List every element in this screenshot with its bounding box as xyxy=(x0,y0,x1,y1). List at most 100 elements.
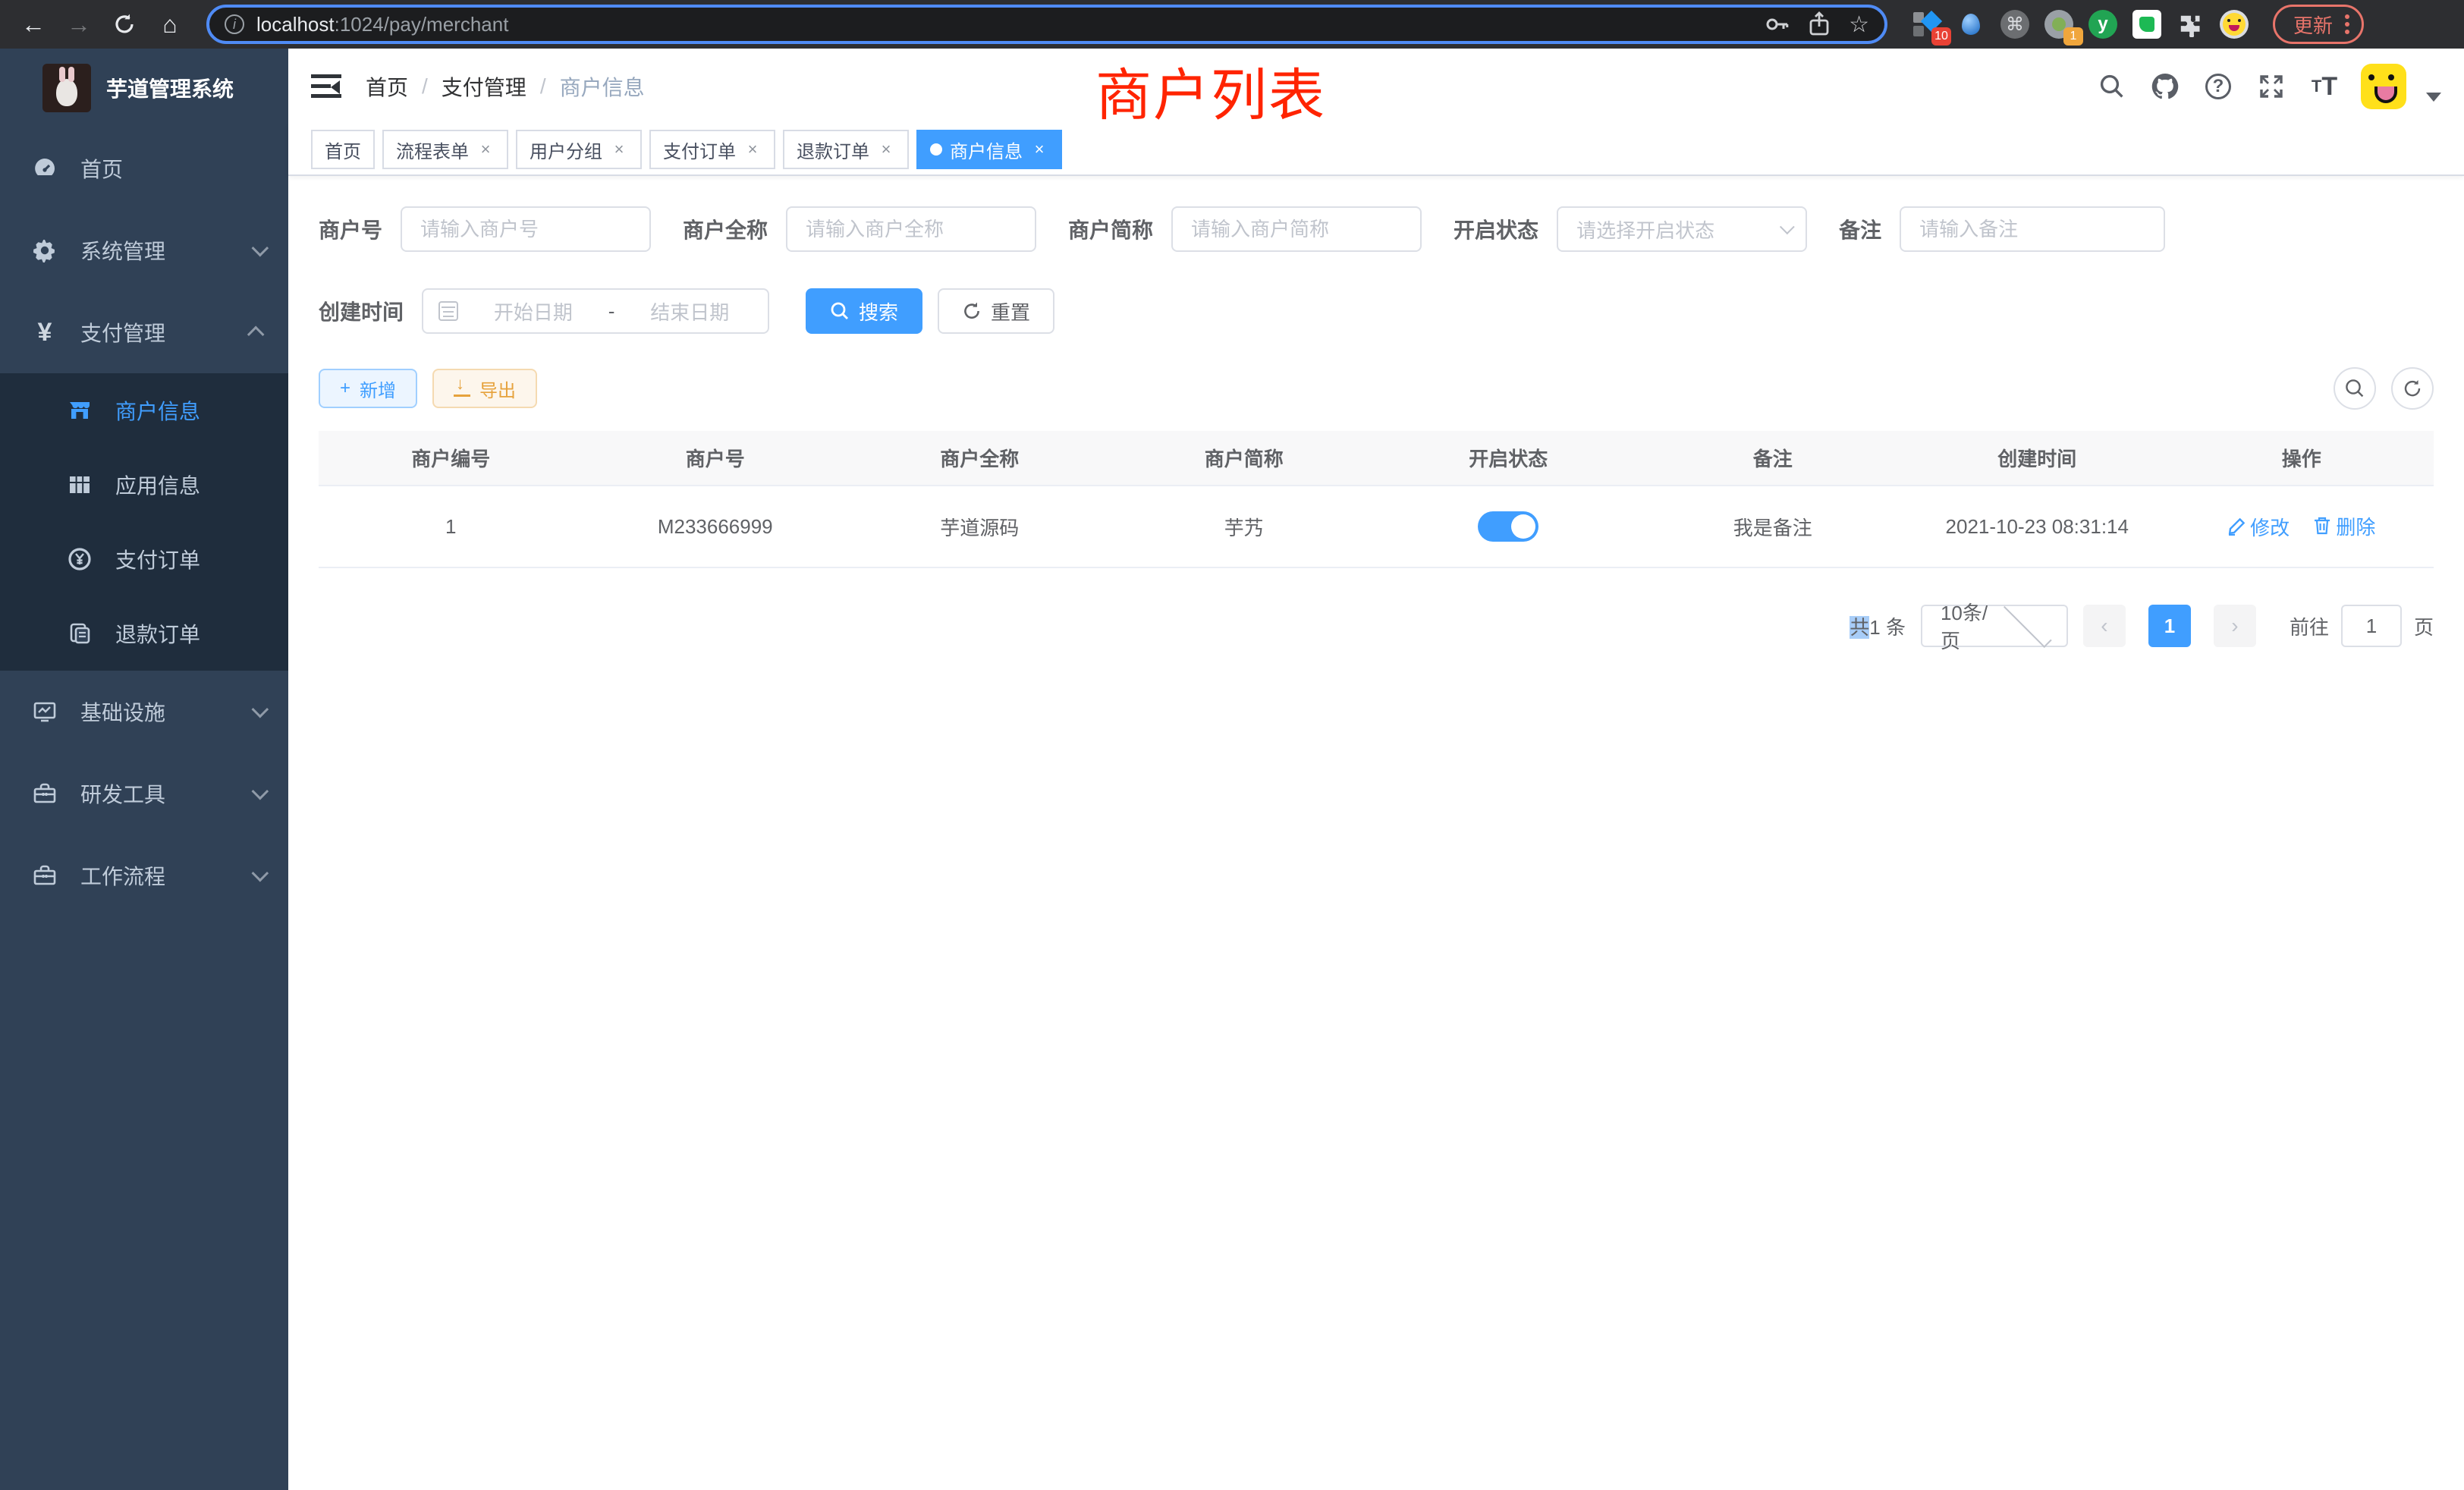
cell-short-name: 芋艿 xyxy=(1112,486,1377,567)
page-number-1[interactable]: 1 xyxy=(2148,605,2191,647)
refresh-table-button[interactable] xyxy=(2391,367,2434,410)
goto-page-input[interactable] xyxy=(2341,605,2402,647)
browser-profile-avatar[interactable] xyxy=(2220,10,2249,39)
sidebar-item-devtools[interactable]: 研发工具 xyxy=(0,753,288,835)
short-name-input[interactable] xyxy=(1171,206,1422,252)
coin-yen-icon xyxy=(67,546,93,572)
sidebar-item-payment[interactable]: ¥ 支付管理 xyxy=(0,291,288,373)
tab-merchant-info[interactable]: 商户信息× xyxy=(916,130,1062,169)
full-name-input[interactable] xyxy=(786,206,1036,252)
remark-input[interactable] xyxy=(1900,206,2165,252)
delete-link[interactable]: 删除 xyxy=(2313,512,2375,540)
browser-reload-button[interactable] xyxy=(106,6,143,42)
add-button[interactable]: + 新增 xyxy=(319,369,417,408)
avatar-dropdown-caret[interactable] xyxy=(2426,93,2441,102)
github-icon[interactable] xyxy=(2148,70,2182,103)
tab-process-form[interactable]: 流程表单 × xyxy=(382,130,508,169)
sidebar-fold-icon[interactable] xyxy=(311,74,341,99)
tab-refund-order[interactable]: 退款订单× xyxy=(783,130,909,169)
yen-icon: ¥ xyxy=(32,319,58,345)
breadcrumb-home[interactable]: 首页 xyxy=(366,71,408,102)
close-icon[interactable]: × xyxy=(476,140,495,159)
sidebar-logo[interactable]: 芋道管理系统 xyxy=(0,49,288,127)
extension-command-icon[interactable]: ⌘ xyxy=(2000,9,2030,39)
toggle-search-button[interactable] xyxy=(2334,367,2376,410)
create-time-range-picker[interactable]: 开始日期 - 结束日期 xyxy=(422,288,769,334)
table-row: 1 M233666999 芋道源码 芋艿 我是备注 2021-10-23 08:… xyxy=(319,486,2434,567)
cell-full-name: 芋道源码 xyxy=(847,486,1112,567)
tab-pay-order[interactable]: 支付订单 × xyxy=(649,130,775,169)
sidebar-item-merchant-info[interactable]: 商户信息 xyxy=(0,373,288,448)
sidebar-item-label: 系统管理 xyxy=(80,235,252,266)
site-info-icon[interactable]: i xyxy=(225,14,244,34)
pagination-total: 共1 条 xyxy=(1850,612,1906,640)
help-icon[interactable]: ? xyxy=(2202,70,2235,103)
tab-label: 支付订单 xyxy=(663,137,736,163)
delete-label: 删除 xyxy=(2336,512,2375,540)
merchant-table: 商户编号 商户号 商户全称 商户简称 开启状态 备注 创建时间 操作 1 xyxy=(319,431,2434,568)
tab-home[interactable]: 首页 xyxy=(311,130,375,169)
extension-balloon-icon[interactable] xyxy=(1956,9,1986,39)
close-icon[interactable]: × xyxy=(743,140,762,159)
table-header-row: 商户编号 商户号 商户全称 商户简称 开启状态 备注 创建时间 操作 xyxy=(319,431,2434,486)
shop-icon xyxy=(67,398,93,423)
end-date-placeholder[interactable]: 结束日期 xyxy=(627,297,753,325)
export-button[interactable]: 导出 xyxy=(432,369,537,408)
extension-notes-icon[interactable] xyxy=(2132,9,2162,39)
chevron-down-icon xyxy=(252,865,269,882)
status-toggle-on[interactable] xyxy=(1478,511,1538,542)
edit-link[interactable]: 修改 xyxy=(2227,513,2290,541)
close-icon[interactable]: × xyxy=(610,140,628,159)
screen: ← → ⌂ i localhost:1024/pay/merchant ☆ 10… xyxy=(0,0,2464,1490)
chevron-down-icon xyxy=(252,240,269,257)
status-select[interactable]: 请选择开启状态 xyxy=(1557,206,1807,252)
sidebar-item-workflow[interactable]: 工作流程 xyxy=(0,835,288,916)
reset-button[interactable]: 重置 xyxy=(938,288,1054,334)
password-key-icon[interactable] xyxy=(1764,11,1790,37)
sidebar-item-pay-order[interactable]: 支付订单 xyxy=(0,522,288,596)
extension-badge: 10 xyxy=(1931,27,1951,46)
browser-back-button[interactable]: ← xyxy=(15,6,52,42)
sidebar-item-infra[interactable]: 基础设施 xyxy=(0,671,288,753)
cell-merchant-id: 1 xyxy=(319,486,583,567)
search-icon xyxy=(830,301,850,321)
header-search-icon[interactable] xyxy=(2095,70,2129,103)
start-date-placeholder[interactable]: 开始日期 xyxy=(470,297,596,325)
next-page-button[interactable]: › xyxy=(2214,605,2256,647)
export-button-label: 导出 xyxy=(479,376,516,402)
sidebar-item-app-info[interactable]: 应用信息 xyxy=(0,448,288,522)
chevron-down-icon xyxy=(1780,219,1795,234)
tab-label: 流程表单 xyxy=(396,137,469,163)
prev-page-button[interactable]: ‹ xyxy=(2083,605,2126,647)
merchant-no-input[interactable] xyxy=(401,206,651,252)
app-title: 芋道管理系统 xyxy=(106,73,234,103)
col-full-name: 商户全称 xyxy=(847,431,1112,486)
logo-image xyxy=(42,64,91,112)
search-button-label: 搜索 xyxy=(859,297,898,325)
sidebar-item-system[interactable]: 系统管理 xyxy=(0,209,288,291)
tab-user-group[interactable]: 用户分组× xyxy=(516,130,642,169)
close-icon[interactable]: × xyxy=(1030,140,1048,159)
user-avatar[interactable] xyxy=(2361,64,2406,109)
extension-proxy-icon[interactable]: 1 xyxy=(2044,9,2074,39)
sidebar: 芋道管理系统 首页 系统管理 ¥ 支付管 xyxy=(0,49,288,1490)
sidebar-item-home[interactable]: 首页 xyxy=(0,127,288,209)
close-icon[interactable]: × xyxy=(877,140,895,159)
fullscreen-icon[interactable] xyxy=(2255,70,2288,103)
breadcrumb-payment[interactable]: 支付管理 xyxy=(442,71,526,102)
browser-menu-icon[interactable] xyxy=(2345,14,2349,34)
extension-axure-icon[interactable]: 10 xyxy=(1912,9,1942,39)
page-size-select[interactable]: 10条/页 xyxy=(1921,605,2068,647)
bookmark-star-icon[interactable]: ☆ xyxy=(1849,11,1869,38)
browser-update-button[interactable]: 更新 xyxy=(2273,5,2364,44)
sidebar-item-refund-order[interactable]: 退款订单 xyxy=(0,596,288,671)
font-size-icon[interactable]: TT xyxy=(2308,70,2341,103)
browser-home-button[interactable]: ⌂ xyxy=(152,6,188,42)
share-icon[interactable] xyxy=(1808,11,1831,37)
extensions-puzzle-icon[interactable] xyxy=(2176,9,2206,39)
address-bar[interactable]: i localhost:1024/pay/merchant ☆ xyxy=(206,5,1887,44)
search-button[interactable]: 搜索 xyxy=(806,288,922,334)
extension-y-icon[interactable]: y xyxy=(2088,9,2118,39)
browser-forward-button[interactable]: → xyxy=(61,6,97,42)
update-label: 更新 xyxy=(2293,11,2333,39)
